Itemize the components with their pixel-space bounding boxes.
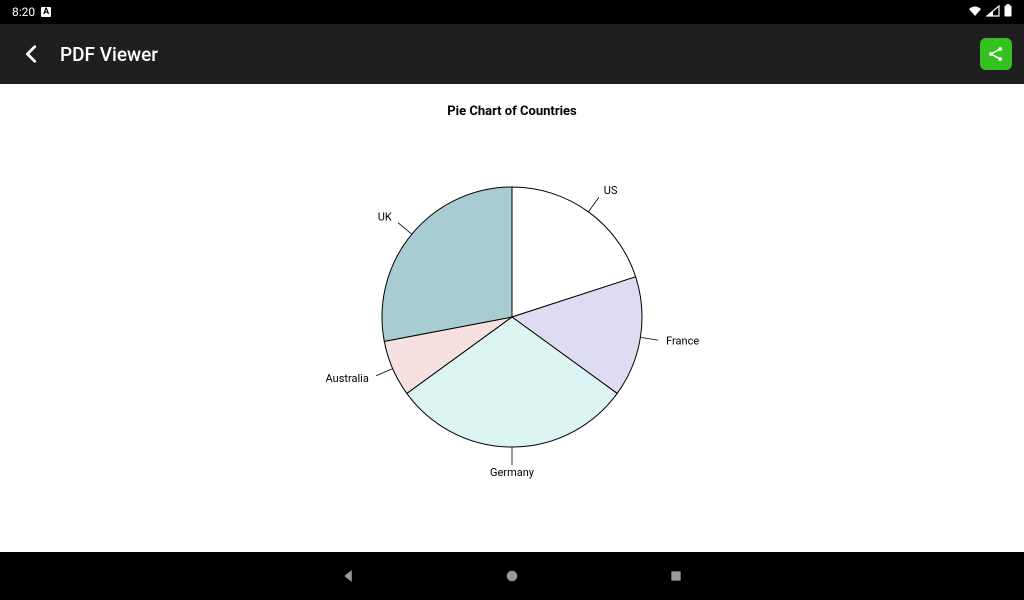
back-button[interactable] [12,34,52,74]
wifi-icon [968,5,982,20]
status-a-icon: A [41,7,51,17]
nav-recent-button[interactable] [664,564,688,588]
slice-label: UK [378,211,392,224]
leader-line [376,369,393,376]
pie-chart: US France Germany Australia UK [262,137,762,497]
share-button[interactable] [980,38,1012,70]
signal-icon [986,5,1000,20]
nav-home-button[interactable] [500,564,524,588]
leader-line [640,337,658,340]
leader-line [588,197,599,212]
document-viewport[interactable]: Pie Chart of Countries US France Germany Au… [0,84,1024,552]
slice-label: US [604,184,618,197]
slice-label: France [666,334,699,347]
pie-slice [382,187,512,341]
status-time: 8:20 [12,5,35,19]
system-nav-bar [0,552,1024,600]
app-title: PDF Viewer [60,43,158,66]
status-bar: 8:20 A [0,0,1024,24]
chart-container: Pie Chart of Countries US France Germany Au… [212,84,812,524]
chart-title: Pie Chart of Countries [212,84,812,119]
nav-back-button[interactable] [336,564,360,588]
app-bar: PDF Viewer [0,24,1024,84]
slice-label: Germany [490,466,535,479]
battery-icon [1004,4,1012,20]
slice-label: Australia [326,372,369,385]
leader-line [398,223,412,234]
